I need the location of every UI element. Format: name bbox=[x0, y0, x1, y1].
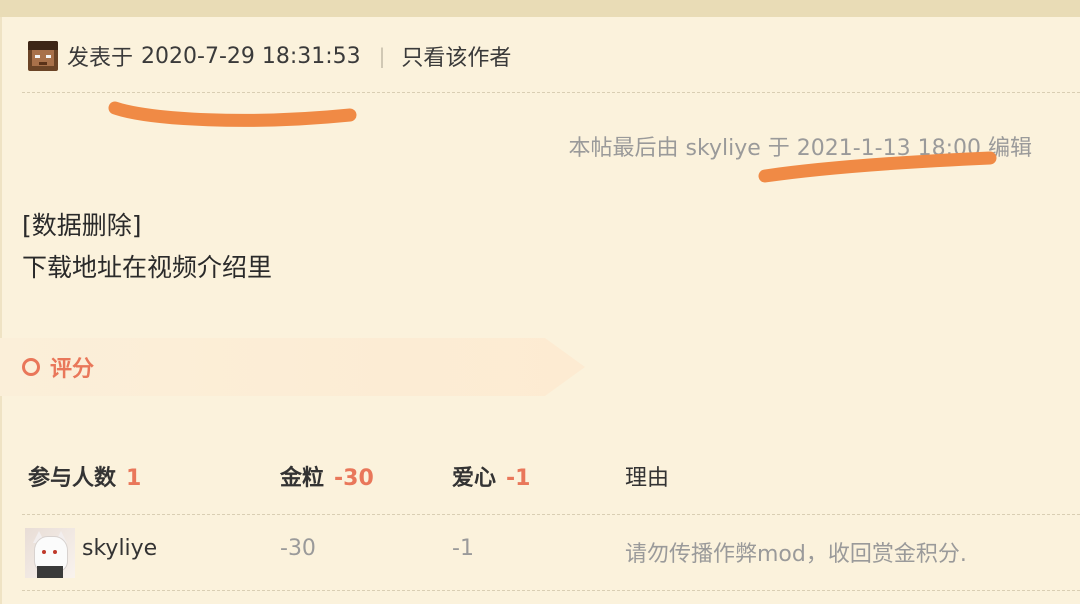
left-border bbox=[0, 17, 2, 604]
heart-total: -1 bbox=[506, 466, 531, 491]
post-content: [数据删除] 下载地址在视频介绍里 bbox=[22, 205, 272, 289]
rating-row-divider bbox=[22, 590, 1080, 591]
gold-label: 金粒 bbox=[280, 466, 325, 491]
header-divider bbox=[22, 92, 1080, 93]
rater-gold: -30 bbox=[280, 536, 316, 561]
participants-label: 参与人数 bbox=[28, 466, 117, 491]
heart-header: 爱心 -1 bbox=[452, 460, 530, 492]
reason-header: 理由 bbox=[625, 466, 670, 491]
participants-header: 参与人数 1 bbox=[28, 460, 141, 492]
participants-count: 1 bbox=[126, 466, 142, 491]
rater-reason: 请勿传播作弊mod，收回赏金积分. bbox=[625, 542, 967, 567]
gold-total: -30 bbox=[334, 466, 374, 491]
scribble-1 bbox=[108, 101, 357, 127]
content-line: [数据删除] bbox=[22, 211, 142, 240]
rater-avatar-icon[interactable] bbox=[25, 528, 75, 578]
posted-time: 2020-7-29 18:31:53 bbox=[141, 43, 361, 69]
edit-note: 本帖最后由 skyliye 于 2021-1-13 18:00 编辑 bbox=[568, 136, 1032, 161]
gold-header: 金粒 -30 bbox=[280, 460, 374, 492]
post-header: 发表于 2020-7-29 18:31:53 | 只看该作者 bbox=[28, 38, 511, 74]
ring-icon bbox=[22, 358, 40, 376]
author-only-link[interactable]: 只看该作者 bbox=[401, 40, 511, 72]
posted-prefix: 发表于 bbox=[67, 46, 134, 71]
rater-username[interactable]: skyliye bbox=[82, 536, 157, 561]
rating-header-divider bbox=[22, 514, 1080, 515]
rater-heart: -1 bbox=[452, 536, 474, 561]
poster-avatar-icon[interactable] bbox=[28, 41, 58, 71]
content-line: 下载地址在视频介绍里 bbox=[22, 253, 273, 282]
heart-label: 爱心 bbox=[452, 466, 497, 491]
rating-title-text: 评分 bbox=[50, 357, 95, 382]
top-border bbox=[0, 0, 1080, 17]
rating-title: 评分 bbox=[22, 348, 94, 386]
header-separator: | bbox=[378, 44, 386, 68]
